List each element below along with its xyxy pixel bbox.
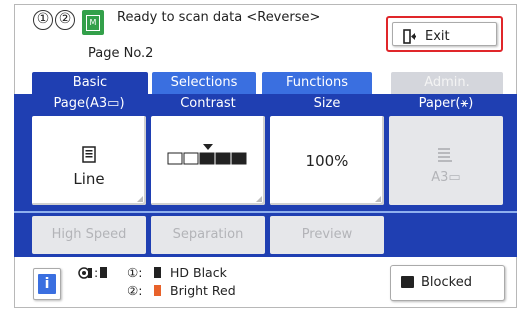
high-speed-button: High Speed	[32, 216, 146, 254]
tab-admin: Admin.	[391, 72, 503, 94]
drum-2-ink-chip	[154, 285, 161, 296]
drum-colon: :	[94, 265, 99, 280]
tab-basic[interactable]: Basic	[32, 72, 148, 94]
page-mode-value: Line	[73, 170, 105, 188]
tab-selections[interactable]: Selections	[152, 72, 256, 94]
paper-label: Paper(⚹)	[418, 96, 474, 111]
status-message: Ready to scan data <Reverse>	[117, 10, 321, 25]
paper-value: A3▭	[431, 170, 461, 185]
drum-icon	[78, 267, 92, 279]
size-value: 100%	[305, 152, 349, 170]
exit-label: Exit	[425, 29, 450, 44]
tile-corner	[137, 196, 143, 202]
preview-button: Preview	[270, 216, 384, 254]
drum-1-ink-chip	[154, 267, 161, 278]
blocked-label: Blocked	[421, 275, 472, 290]
drum-2-marker: ②	[55, 10, 75, 30]
drum-1-marker: ①	[33, 10, 53, 30]
exit-button-face[interactable]: Exit	[392, 22, 497, 46]
tile-corner	[375, 196, 381, 202]
drum-ink-chip	[100, 267, 107, 278]
tile-corner	[256, 196, 262, 202]
page-mode-button[interactable]: Line	[32, 116, 146, 205]
exit-button[interactable]: Exit	[386, 16, 503, 52]
separation-button: Separation	[151, 216, 265, 254]
scan-status-icon: M	[82, 10, 104, 35]
blocked-button[interactable]: Blocked	[390, 265, 505, 301]
drum-2-label: ②:	[127, 283, 143, 298]
drum-1-ink-name: HD Black	[170, 265, 227, 280]
document-icon	[82, 146, 96, 163]
exit-door-icon	[403, 29, 416, 44]
contrast-button[interactable]	[151, 116, 265, 205]
scan-status-letter: M	[86, 15, 100, 31]
contrast-label: Contrast	[180, 96, 236, 111]
drum-1-label: ①:	[127, 265, 143, 280]
info-icon: i	[38, 274, 56, 294]
page-label: Page(A3▭)	[53, 96, 125, 111]
page-number: Page No.2	[88, 46, 154, 61]
drum-2-ink-name: Bright Red	[170, 283, 236, 298]
paper-button: A3▭	[389, 116, 503, 205]
info-button[interactable]: i	[33, 268, 61, 300]
size-label: Size	[313, 96, 341, 111]
paper-stack-icon	[438, 148, 452, 162]
panel-divider	[14, 211, 517, 213]
contrast-scale-icon	[167, 144, 247, 165]
size-button[interactable]: 100%	[270, 116, 384, 205]
tab-functions[interactable]: Functions	[262, 72, 372, 94]
blocked-icon	[401, 276, 414, 288]
